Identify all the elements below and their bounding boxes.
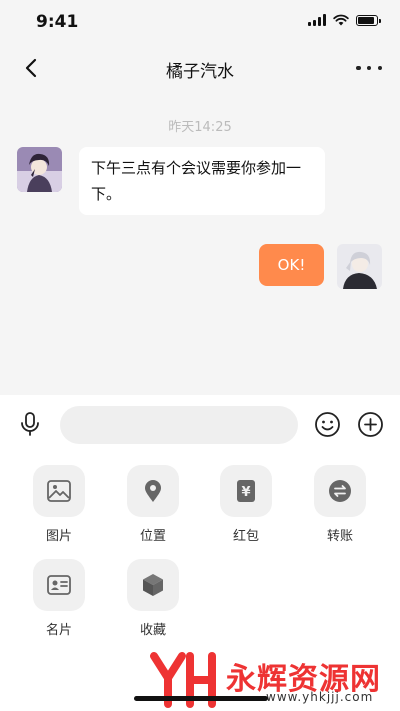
my-avatar[interactable] bbox=[337, 244, 382, 289]
location-icon bbox=[145, 480, 161, 502]
svg-text:¥: ¥ bbox=[241, 485, 250, 500]
voice-input-button[interactable] bbox=[17, 411, 43, 437]
tool-location[interactable]: 位置 bbox=[113, 465, 193, 544]
home-indicator[interactable] bbox=[134, 696, 268, 701]
tool-favorites[interactable]: 收藏 bbox=[113, 559, 193, 638]
battery-icon bbox=[356, 14, 381, 26]
status-time: 9:41 bbox=[36, 12, 79, 32]
watermark-logo bbox=[150, 652, 216, 708]
microphone-icon bbox=[21, 412, 39, 436]
transfer-icon bbox=[329, 480, 351, 502]
chat-title: 橘子汽水 bbox=[166, 62, 234, 82]
received-message-bubble[interactable]: 下午三点有个会议需要你参加一下。 bbox=[79, 147, 325, 215]
message-input[interactable] bbox=[60, 406, 298, 444]
plus-circle-icon bbox=[358, 412, 383, 437]
more-options-button[interactable] bbox=[356, 54, 382, 82]
tool-label: 图片 bbox=[45, 529, 72, 544]
watermark-url: www.yhkjjj.com bbox=[266, 690, 374, 704]
status-bar: 9:41 bbox=[0, 0, 400, 44]
tool-image[interactable]: 图片 bbox=[19, 465, 99, 544]
favorites-icon bbox=[143, 574, 163, 596]
red-packet-icon: ¥ bbox=[237, 480, 255, 502]
signal-icon bbox=[308, 14, 326, 26]
tool-label: 转账 bbox=[326, 529, 353, 544]
sent-message-bubble[interactable]: OK! bbox=[259, 244, 324, 286]
tool-label: 位置 bbox=[139, 529, 166, 544]
wifi-icon bbox=[333, 14, 349, 26]
emoji-button[interactable] bbox=[314, 411, 341, 438]
tool-label: 收藏 bbox=[139, 623, 166, 638]
nav-bar: 橘子汽水 bbox=[0, 44, 400, 92]
more-dot bbox=[377, 65, 382, 71]
more-dot bbox=[356, 65, 361, 71]
more-dot bbox=[366, 65, 372, 71]
message-timestamp: 昨天14:25 bbox=[168, 120, 232, 135]
chat-screen: 9:41 橘子汽水 昨天14:25 下午三点有个会议需要你参加一下。 OK! 图… bbox=[0, 0, 400, 711]
tool-transfer[interactable]: 转账 bbox=[300, 465, 380, 544]
more-tools-button[interactable] bbox=[357, 411, 384, 438]
image-icon bbox=[47, 480, 71, 502]
status-icons bbox=[308, 14, 381, 26]
tool-red-packet[interactable]: ¥ 红包 bbox=[206, 465, 286, 544]
smiley-icon bbox=[315, 412, 340, 437]
tool-contact-card[interactable]: 名片 bbox=[19, 559, 99, 638]
contact-avatar[interactable] bbox=[17, 147, 62, 192]
contact-card-icon bbox=[47, 575, 71, 595]
tool-label: 红包 bbox=[232, 529, 259, 544]
tool-label: 名片 bbox=[45, 623, 72, 638]
